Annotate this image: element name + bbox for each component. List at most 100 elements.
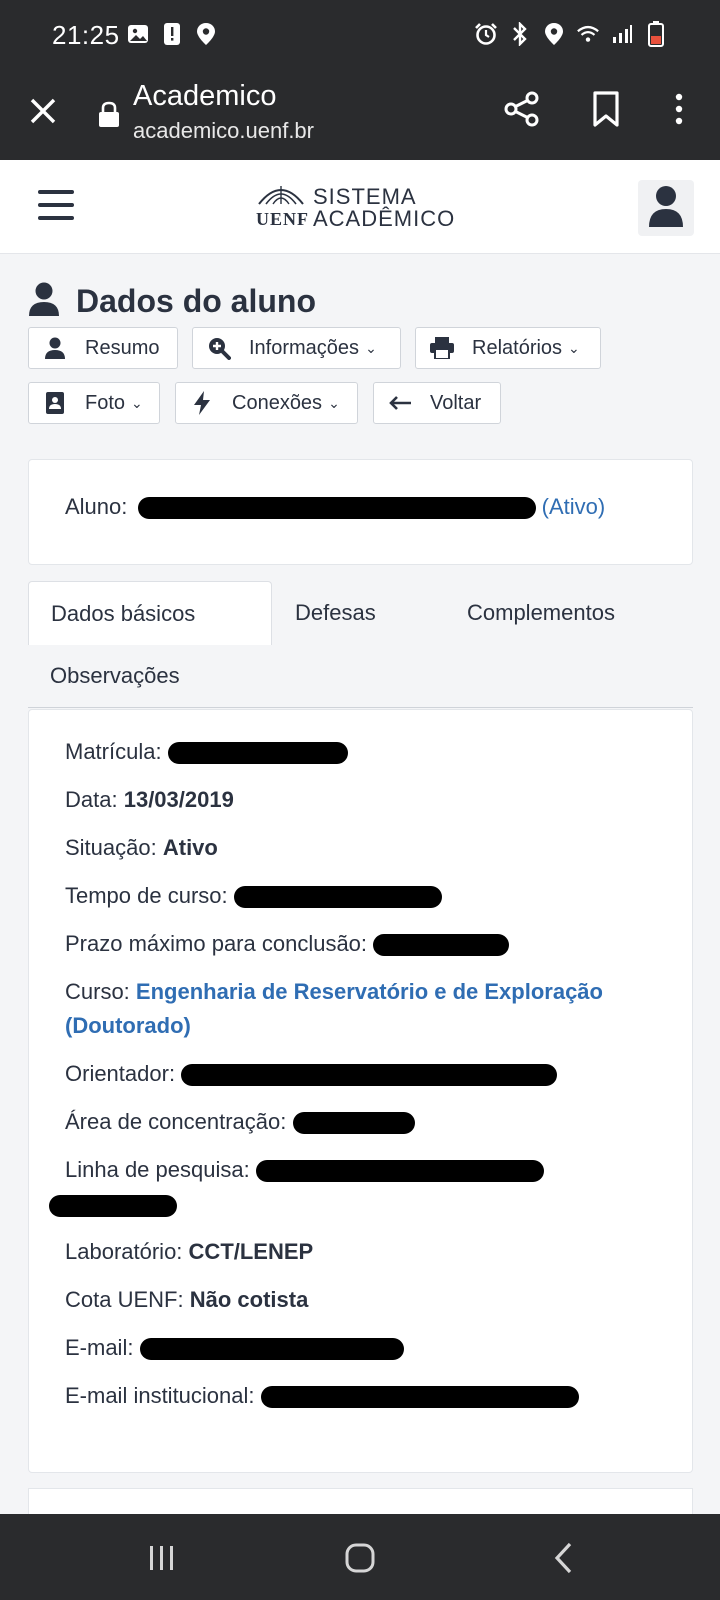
conexoes-label: Conexões bbox=[232, 391, 323, 414]
chevron-down-icon: ⌄ bbox=[328, 394, 340, 411]
bluetooth-icon bbox=[508, 22, 532, 46]
voltar-label: Voltar bbox=[430, 391, 482, 414]
redacted-mark bbox=[260, 1386, 579, 1409]
foto-button[interactable]: Foto ⌄ bbox=[28, 382, 160, 424]
logo-uenf-text: UENF bbox=[256, 209, 309, 229]
aluno-line: Aluno: (Ativo) bbox=[65, 494, 605, 520]
page-title-text: Dados do aluno bbox=[76, 283, 316, 319]
user-icon bbox=[647, 185, 685, 232]
informacoes-button[interactable]: Informações ⌄ bbox=[192, 327, 401, 369]
redacted-mark bbox=[49, 1195, 177, 1218]
bookmark-icon[interactable] bbox=[590, 90, 622, 128]
orientador-label: Orientador: bbox=[65, 1061, 176, 1086]
laboratorio-row: Laboratório: CCT/LENEP bbox=[65, 1235, 313, 1269]
redacted-mark bbox=[255, 1160, 544, 1183]
data-value: 13/03/2019 bbox=[123, 787, 234, 812]
tab-complementos[interactable]: Complementos bbox=[467, 600, 615, 626]
chevron-down-icon: ⌄ bbox=[131, 394, 143, 411]
chevron-down-icon: ⌄ bbox=[365, 339, 377, 356]
resumo-label: Resumo bbox=[85, 336, 160, 359]
alert-icon bbox=[160, 22, 184, 46]
location-icon bbox=[542, 22, 566, 46]
situacao-row: Situação: Ativo bbox=[65, 831, 218, 865]
informacoes-label: Informações bbox=[249, 336, 360, 359]
logo[interactable]: UENF SISTEMA ACADÊMICO bbox=[256, 182, 466, 232]
voltar-button[interactable]: Voltar bbox=[373, 382, 501, 424]
image-icon bbox=[126, 22, 150, 46]
printer-icon bbox=[430, 336, 454, 360]
redacted-mark bbox=[139, 1338, 404, 1361]
relatorios-label: Relatórios bbox=[472, 336, 563, 359]
email-inst-label: E-mail institucional: bbox=[65, 1383, 255, 1408]
aluno-status[interactable]: (Ativo) bbox=[542, 494, 606, 519]
redacted-mark bbox=[181, 1064, 558, 1087]
curso-label: Curso: bbox=[65, 979, 130, 1004]
data-row: Data: 13/03/2019 bbox=[65, 783, 234, 817]
redacted-mark bbox=[137, 497, 536, 520]
system-nav-bar bbox=[0, 1514, 720, 1600]
laboratorio-value: CCT/LENEP bbox=[188, 1239, 314, 1264]
tab-defesas[interactable]: Defesas bbox=[295, 600, 376, 626]
user-icon bbox=[28, 282, 60, 321]
tab-observacoes[interactable]: Observações bbox=[50, 663, 180, 689]
back-icon[interactable] bbox=[542, 1536, 586, 1580]
relatorios-button[interactable]: Relatórios ⌄ bbox=[415, 327, 601, 369]
aluno-label: Aluno: bbox=[65, 494, 128, 519]
browser-page-title: Academico bbox=[133, 80, 277, 112]
foto-label: Foto bbox=[85, 391, 126, 414]
status-time: 21:25 bbox=[52, 20, 120, 50]
arrow-left-icon bbox=[388, 391, 412, 415]
browser-toolbar: Academico academico.uenf.br bbox=[0, 72, 720, 160]
location-icon bbox=[194, 22, 218, 46]
tabs-divider bbox=[28, 707, 693, 708]
data-label: Data: bbox=[65, 787, 118, 812]
browser-url[interactable]: academico.uenf.br bbox=[133, 118, 314, 144]
redacted-mark bbox=[373, 934, 510, 957]
page-title: Dados do aluno bbox=[28, 282, 316, 321]
search-plus-icon bbox=[207, 336, 231, 360]
status-bar: 21:25 bbox=[0, 0, 720, 72]
linha-row: Linha de pesquisa: bbox=[65, 1153, 544, 1187]
alarm-icon bbox=[474, 22, 498, 46]
area-label: Área de concentração: bbox=[65, 1109, 287, 1134]
user-icon bbox=[43, 336, 67, 360]
curso-row: Curso: Engenharia de Reservatório e de E… bbox=[65, 975, 603, 1009]
email-label: E-mail: bbox=[65, 1335, 134, 1360]
menu-icon[interactable] bbox=[38, 190, 74, 220]
id-card-icon bbox=[43, 391, 67, 415]
email-row: E-mail: bbox=[65, 1331, 404, 1365]
wifi-icon bbox=[576, 22, 600, 46]
bolt-icon bbox=[190, 391, 214, 415]
user-avatar-button[interactable] bbox=[638, 180, 694, 236]
home-icon[interactable] bbox=[338, 1536, 382, 1580]
more-options-icon[interactable] bbox=[668, 90, 690, 128]
dados-basicos-card: Matrícula: Data: 13/03/2019 Situação: At… bbox=[28, 709, 693, 1473]
app-header: UENF SISTEMA ACADÊMICO bbox=[0, 160, 720, 254]
redacted-mark bbox=[292, 1112, 415, 1135]
resumo-button[interactable]: Resumo bbox=[28, 327, 178, 369]
redacted-mark bbox=[167, 742, 348, 765]
close-icon[interactable] bbox=[26, 94, 60, 128]
recent-apps-icon[interactable] bbox=[140, 1536, 184, 1580]
share-icon[interactable] bbox=[503, 90, 541, 128]
cota-label: Cota UENF: bbox=[65, 1287, 184, 1312]
curso-link[interactable]: Engenharia de Reservatório e de Exploraç… bbox=[136, 979, 603, 1004]
matricula-label: Matrícula: bbox=[65, 739, 162, 764]
tempo-row: Tempo de curso: bbox=[65, 879, 442, 913]
conexoes-button[interactable]: Conexões ⌄ bbox=[175, 382, 358, 424]
situacao-label: Situação: bbox=[65, 835, 157, 860]
curso-link-cont[interactable]: (Doutorado) bbox=[65, 1013, 191, 1038]
logo-title-line2: ACADÊMICO bbox=[313, 206, 456, 231]
cota-value: Não cotista bbox=[189, 1287, 309, 1312]
cota-row: Cota UENF: Não cotista bbox=[65, 1283, 308, 1317]
prazo-row: Prazo máximo para conclusão: bbox=[65, 927, 510, 961]
aluno-card: Aluno: (Ativo) bbox=[28, 459, 693, 565]
tempo-label: Tempo de curso: bbox=[65, 883, 228, 908]
signal-icon bbox=[610, 22, 634, 46]
curso-row-cont: (Doutorado) bbox=[65, 1009, 191, 1043]
matricula-row: Matrícula: bbox=[65, 735, 348, 769]
email-inst-row: E-mail institucional: bbox=[65, 1379, 579, 1413]
laboratorio-label: Laboratório: bbox=[65, 1239, 183, 1264]
tab-dados-basicos[interactable]: Dados básicos bbox=[28, 581, 272, 645]
lock-icon bbox=[98, 100, 120, 128]
